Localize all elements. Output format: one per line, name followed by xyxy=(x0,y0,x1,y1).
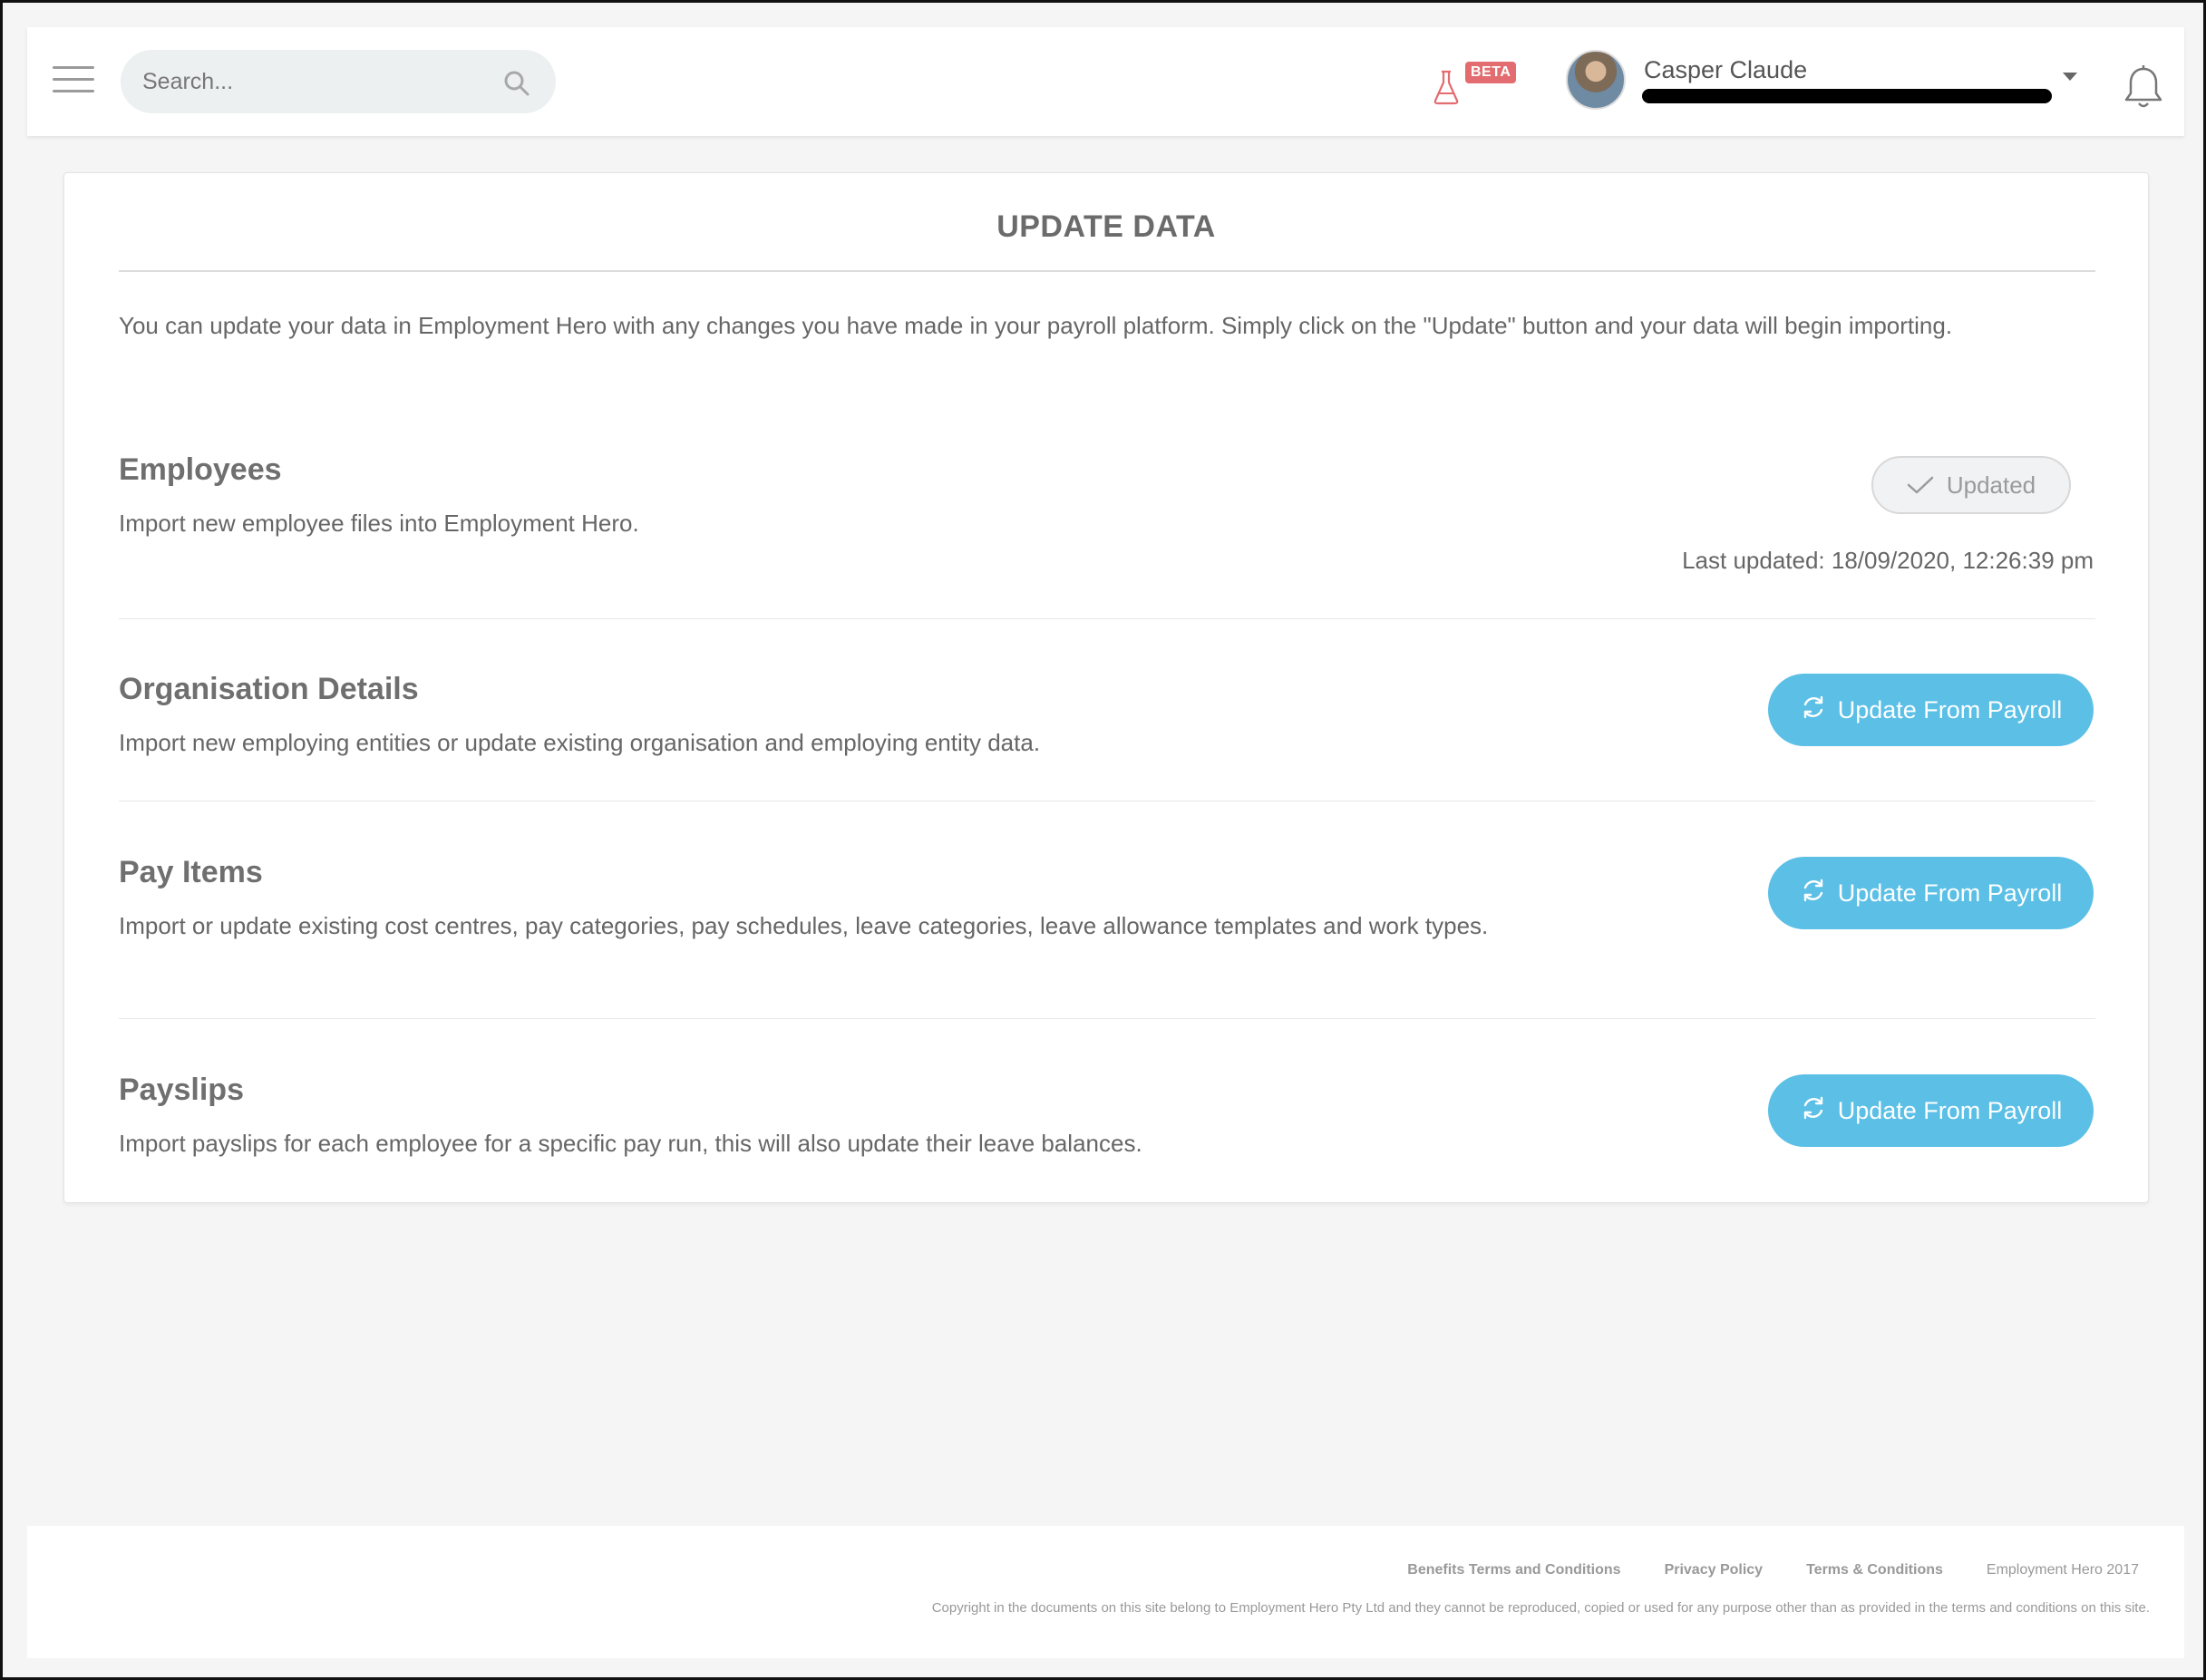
update-data-card: UPDATE DATA You can update your data in … xyxy=(63,172,2149,1203)
chevron-down-icon[interactable] xyxy=(2063,73,2077,81)
footer-links: Benefits Terms and Conditions Privacy Po… xyxy=(1364,1562,2139,1578)
footer-link-benefits-terms[interactable]: Benefits Terms and Conditions xyxy=(1407,1562,1620,1578)
beta-features[interactable]: BETA xyxy=(1433,62,1523,105)
last-updated-status: Last updated: 18/09/2020, 12:26:39 pm xyxy=(1682,547,2094,574)
section-desc-payslips: Import payslips for each employee for a … xyxy=(119,1130,1142,1157)
update-organisation-button-label: Update From Payroll xyxy=(1837,695,2063,723)
update-organisation-button[interactable]: Update From Payroll xyxy=(1768,674,2094,746)
sync-icon xyxy=(1803,879,1822,902)
footer-link-terms-conditions[interactable]: Terms & Conditions xyxy=(1806,1562,1943,1578)
section-desc-organisation: Import new employing entities or update … xyxy=(119,729,1041,756)
user-name: Casper Claude xyxy=(1644,56,1808,83)
top-header: BETA Casper Claude xyxy=(27,27,2184,136)
update-pay-items-button[interactable]: Update From Payroll xyxy=(1768,857,2094,929)
update-payslips-button-label: Update From Payroll xyxy=(1837,1096,2063,1124)
section-desc-pay-items: Import or update existing cost centres, … xyxy=(119,912,1489,939)
avatar[interactable] xyxy=(1566,50,1626,110)
section-title-payslips: Payslips xyxy=(119,1073,244,1107)
flask-icon xyxy=(1433,70,1459,105)
section-divider xyxy=(119,1018,2095,1019)
updated-button-label: Updated xyxy=(1946,471,2036,499)
intro-text: You can update your data in Employment H… xyxy=(119,312,1953,339)
section-desc-employees: Import new employee files into Employmen… xyxy=(119,510,639,537)
sync-icon xyxy=(1803,1096,1822,1120)
search-bar xyxy=(121,50,556,113)
page-title: UPDATE DATA xyxy=(996,209,1216,244)
check-icon xyxy=(1907,476,1934,494)
hamburger-menu-icon[interactable] xyxy=(53,66,94,95)
bell-icon[interactable] xyxy=(2122,63,2165,111)
beta-badge: BETA xyxy=(1465,62,1517,83)
section-title-pay-items: Pay Items xyxy=(119,855,263,889)
update-pay-items-button-label: Update From Payroll xyxy=(1837,879,2063,907)
section-divider xyxy=(119,618,2095,619)
search-icon[interactable] xyxy=(503,70,530,97)
update-payslips-button[interactable]: Update From Payroll xyxy=(1768,1074,2094,1147)
sync-icon xyxy=(1803,695,1822,719)
footer-brand: Employment Hero 2017 xyxy=(1986,1562,2139,1578)
footer-copyright: Copyright in the documents on this site … xyxy=(931,1600,2150,1616)
user-menu[interactable]: Casper Claude xyxy=(1566,45,2092,118)
footer: Benefits Terms and Conditions Privacy Po… xyxy=(27,1526,2184,1658)
section-title-organisation: Organisation Details xyxy=(119,672,419,706)
redacted-user-subtitle xyxy=(1642,89,2052,103)
updated-button[interactable]: Updated xyxy=(1871,456,2071,514)
title-divider xyxy=(119,270,2095,272)
app-frame: BETA Casper Claude UPDATE DATA You can u… xyxy=(0,0,2206,1680)
footer-link-privacy-policy[interactable]: Privacy Policy xyxy=(1665,1562,1764,1578)
section-title-employees: Employees xyxy=(119,452,282,487)
search-input[interactable] xyxy=(121,51,483,112)
